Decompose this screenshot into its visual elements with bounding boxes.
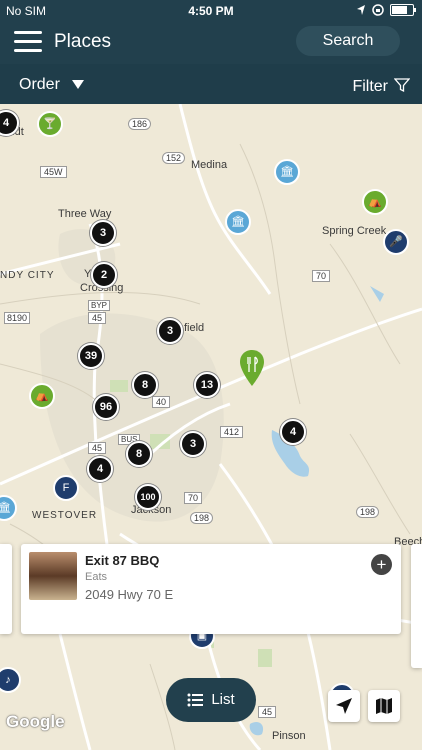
place-card[interactable]: Exit 87 BBQ Eats 2049 Hwy 70 E + — [21, 544, 401, 634]
map-label-spring-creek: Spring Creek — [322, 225, 387, 237]
map-label-medina: Medina — [191, 159, 228, 171]
place-thumbnail — [29, 552, 77, 600]
route-shield: 45 — [88, 442, 107, 454]
map-fold-icon — [376, 698, 392, 714]
cluster-marker[interactable]: 39 — [78, 343, 104, 369]
map-type-button[interactable] — [368, 690, 400, 722]
map-view[interactable]: Medina Three Way Yorks Crossing Spring C… — [0, 104, 422, 750]
route-shield: 45 — [88, 312, 107, 324]
route-shield: 186 — [128, 118, 152, 130]
search-button[interactable]: Search — [296, 26, 400, 56]
page-title: Places — [54, 31, 112, 52]
cluster-marker[interactable]: 2 — [91, 262, 117, 288]
cluster-marker[interactable]: 4 — [87, 456, 113, 482]
plus-circle-icon[interactable]: + — [371, 554, 392, 575]
location-arrow-icon — [357, 5, 365, 15]
map-label-three-way: Three Way — [58, 208, 112, 220]
my-location-button[interactable] — [328, 690, 360, 722]
map-label-field: field — [184, 322, 205, 334]
route-shield: 70 — [184, 492, 203, 504]
battery-icon — [390, 4, 416, 16]
route-shield: 40 — [152, 396, 171, 408]
park-icon[interactable]: ⛺ — [29, 383, 55, 409]
route-shield: 8190 — [4, 312, 31, 324]
cluster-marker[interactable]: 8 — [126, 441, 152, 467]
route-shield: BYP — [88, 300, 111, 311]
previous-place-card[interactable] — [0, 544, 12, 634]
cluster-marker[interactable]: 13 — [194, 372, 220, 398]
place-address: 2049 Hwy 70 E — [85, 587, 174, 602]
route-shield: 70 — [312, 270, 331, 282]
sort-filter-bar: Order Filter — [0, 64, 422, 104]
filter-button[interactable]: Filter — [352, 78, 388, 96]
location-arrow-icon — [336, 698, 352, 714]
cluster-marker[interactable]: 4 — [280, 419, 306, 445]
list-icon — [187, 693, 204, 707]
cluster-marker[interactable]: 100 — [135, 484, 161, 510]
route-shield: 152 — [162, 152, 186, 164]
museum-icon[interactable]: 🏛 — [225, 209, 251, 235]
place-title: Exit 87 BBQ — [85, 553, 160, 568]
route-shield: 412 — [220, 426, 244, 438]
status-bar: No SIM 4:50 PM — [0, 0, 422, 22]
list-view-button[interactable]: List — [166, 678, 256, 722]
map-label-pinson: Pinson — [272, 730, 306, 742]
route-shield: 198 — [190, 512, 214, 524]
next-place-card[interactable] — [411, 544, 422, 668]
museum-icon[interactable]: 🏛 — [274, 159, 300, 185]
map-label-ndy-city: NDY CITY — [0, 270, 55, 281]
cluster-marker[interactable]: 96 — [93, 394, 119, 420]
cluster-marker[interactable]: 3 — [157, 318, 183, 344]
cluster-marker[interactable]: 3 — [180, 431, 206, 457]
cocktail-icon[interactable]: 🍸 — [37, 111, 63, 137]
microphone-icon[interactable]: 🎤 — [383, 229, 409, 255]
order-dropdown[interactable]: Order — [19, 76, 60, 94]
map-base — [0, 104, 422, 750]
google-attribution: Google — [6, 712, 65, 731]
cluster-marker[interactable]: 8 — [132, 372, 158, 398]
route-shield: 45W — [40, 166, 67, 178]
list-button-label: List — [211, 691, 235, 708]
place-category: Eats — [85, 571, 108, 583]
free-icon[interactable]: F — [53, 475, 79, 501]
route-shield: 198 — [356, 506, 380, 518]
map-label-westover: Westover — [32, 510, 98, 521]
rotation-lock-icon — [372, 4, 384, 16]
selected-restaurant-pin-icon[interactable] — [240, 350, 264, 386]
filter-funnel-icon[interactable] — [394, 77, 410, 93]
cluster-marker[interactable]: 3 — [90, 220, 116, 246]
chevron-down-icon[interactable] — [72, 80, 84, 89]
route-shield: 45 — [258, 706, 277, 718]
menu-icon[interactable] — [14, 31, 42, 53]
top-nav-bar: Places Search — [0, 22, 422, 64]
park-icon[interactable]: ⛺ — [362, 189, 388, 215]
